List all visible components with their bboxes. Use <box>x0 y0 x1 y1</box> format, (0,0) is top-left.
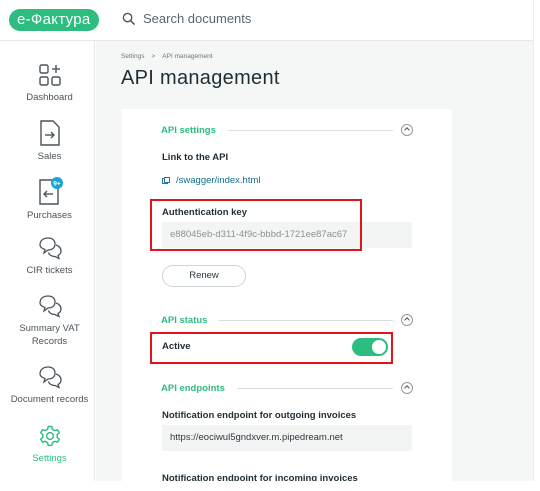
sidebar-item-sales[interactable]: Sales <box>4 120 95 163</box>
app-logo[interactable]: е-Фактура <box>9 9 99 31</box>
breadcrumb-current: API management <box>162 53 213 60</box>
collapse-chevron-icon[interactable] <box>401 382 413 394</box>
section-divider <box>227 129 393 131</box>
section-divider <box>219 319 393 321</box>
breadcrumb-separator: > <box>151 53 156 60</box>
sidebar-item-document-records[interactable]: Document records <box>4 365 95 406</box>
sidebar-item-settings[interactable]: Settings <box>4 424 95 465</box>
api-swagger-link-text[interactable]: /swagger/index.html <box>176 175 260 186</box>
highlight-box-authentication-key <box>150 199 362 251</box>
sales-document-icon <box>39 120 60 146</box>
collapse-chevron-icon[interactable] <box>401 314 413 326</box>
sidebar: Dashboard Sales 9+ Purchases CIR tickets <box>4 41 95 481</box>
section-title: API endpoints <box>161 382 225 394</box>
api-endpoints-header: API endpoints <box>161 382 413 394</box>
renew-button[interactable]: Renew <box>162 265 246 287</box>
incoming-endpoint-label: Notification endpoint for incoming invoi… <box>162 473 358 481</box>
purchases-document-icon: 9+ <box>38 177 63 205</box>
search-icon <box>122 12 135 25</box>
page-bottom-edge <box>0 481 540 491</box>
sidebar-item-purchases[interactable]: 9+ Purchases <box>4 177 95 222</box>
section-title: API settings <box>161 124 216 136</box>
api-status-header: API status <box>161 314 413 326</box>
gear-icon <box>39 425 60 447</box>
breadcrumb-settings-link[interactable]: Settings <box>121 53 145 60</box>
chat-bubbles-icon <box>38 366 62 389</box>
sidebar-item-label: CIR tickets <box>26 265 73 276</box>
scrollbar[interactable] <box>533 0 540 491</box>
page-title: API management <box>121 67 280 89</box>
top-bar: е-Фактура <box>0 0 533 41</box>
section-divider <box>236 387 393 389</box>
purchases-badge: 9+ <box>53 180 61 187</box>
sidebar-item-label: Dashboard <box>26 92 73 103</box>
outgoing-endpoint-label: Notification endpoint for outgoing invoi… <box>162 410 357 421</box>
dashboard-icon <box>38 64 61 86</box>
chat-bubbles-icon <box>38 237 62 260</box>
sidebar-item-label: Purchases <box>27 210 72 221</box>
sidebar-item-label: Document records <box>10 394 89 405</box>
sidebar-item-label: Sales <box>37 151 62 162</box>
sidebar-item-dashboard[interactable]: Dashboard <box>4 63 95 104</box>
api-link-label: Link to the API <box>162 152 229 163</box>
sidebar-item-label: Settings <box>32 453 67 464</box>
breadcrumb: Settings > API management <box>121 53 213 60</box>
outgoing-endpoint-field[interactable]: https://eociwul5gndxver.m.pipedream.net <box>162 425 412 451</box>
main-content: Settings > API management API management A… <box>96 41 533 481</box>
api-swagger-link[interactable]: /swagger/index.html <box>162 175 260 186</box>
chat-bubbles-icon <box>38 295 62 318</box>
sidebar-item-summary-vat[interactable]: Summary VAT Records <box>4 294 95 348</box>
api-settings-card: API settings Link to the API /swagger/in… <box>122 109 452 481</box>
sidebar-item-label: Summary VAT Records <box>19 323 80 347</box>
highlight-box-active <box>150 332 393 364</box>
sidebar-item-cir-tickets[interactable]: CIR tickets <box>4 236 95 277</box>
api-settings-header: API settings <box>161 124 413 136</box>
search-input[interactable] <box>143 11 343 26</box>
external-link-icon <box>162 176 170 184</box>
search-box[interactable] <box>122 11 343 26</box>
section-title: API status <box>161 314 208 326</box>
collapse-chevron-icon[interactable] <box>401 124 413 136</box>
